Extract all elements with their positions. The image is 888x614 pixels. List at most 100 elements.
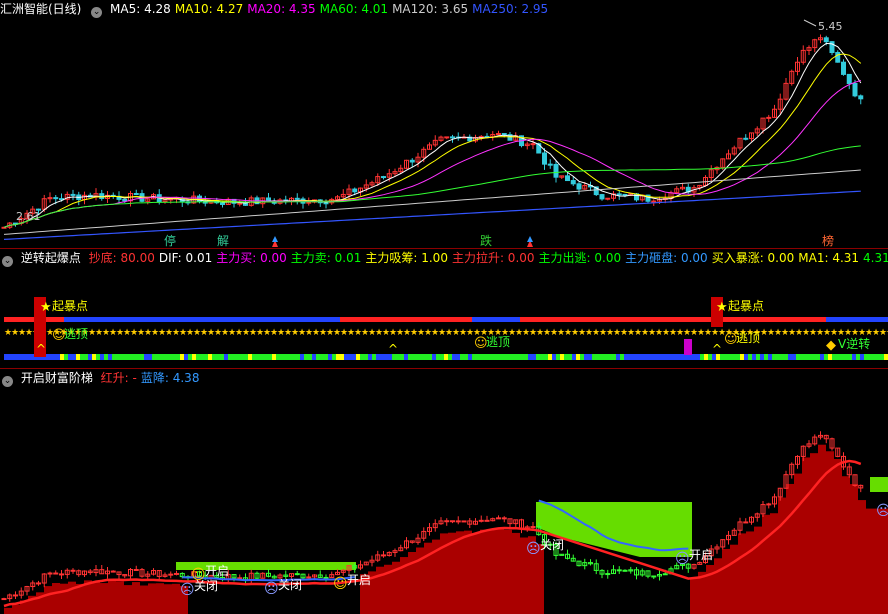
- price-chart[interactable]: 5.45 2.61 停 解 跌 榜: [0, 18, 888, 248]
- candle: [306, 576, 312, 579]
- candle: [616, 193, 622, 196]
- candle: [605, 197, 611, 200]
- candle: [547, 163, 553, 166]
- band-segment: [220, 354, 224, 360]
- band-segment: [412, 354, 416, 360]
- band-segment: [144, 354, 148, 360]
- band-segment: [216, 354, 220, 360]
- band-segment: [828, 354, 832, 360]
- candle: [846, 73, 852, 85]
- band-segment: [580, 317, 586, 322]
- ladder-step: [850, 484, 858, 614]
- settings-toggle-icon[interactable]: ⌄: [2, 256, 13, 267]
- signal-label: V逆转: [838, 336, 870, 351]
- candle: [455, 520, 461, 523]
- settings-toggle-icon[interactable]: ⌄: [91, 7, 103, 18]
- band-segment: [652, 354, 656, 360]
- band-segment: [58, 317, 64, 322]
- candle: [478, 519, 484, 522]
- band-segment: [80, 354, 84, 360]
- ladder-step: [810, 453, 818, 614]
- candle: [542, 152, 547, 165]
- candle: [823, 37, 829, 43]
- band-segment: [840, 354, 844, 360]
- band-segment: [416, 354, 420, 360]
- ladder-step: [714, 558, 722, 614]
- band-segment: [736, 317, 742, 322]
- band-segment: [500, 354, 504, 360]
- band-segment: [466, 317, 472, 322]
- band-segment: [388, 317, 394, 322]
- band-segment: [94, 317, 100, 322]
- ladder-step: [842, 476, 850, 614]
- band-segment: [324, 354, 328, 360]
- band-segment: [64, 354, 68, 360]
- band-segment: [100, 317, 106, 322]
- ladder-step: [108, 580, 116, 614]
- candle: [294, 573, 300, 576]
- band-segment: [224, 354, 228, 360]
- band-segment: [730, 317, 736, 322]
- band-segment: [692, 354, 696, 360]
- candle: [409, 159, 415, 163]
- indicator-title: 开启财富阶梯: [20, 371, 93, 385]
- band-segment: [288, 354, 292, 360]
- band-segment: [372, 354, 376, 360]
- band-segment: [168, 354, 172, 360]
- band-segment: [460, 317, 466, 322]
- band-segment: [348, 354, 352, 360]
- ladder-chart[interactable]: ☺ 开启☹ 关闭 ☹ 关闭 ☺ 开启☹ 关闭☹ 开启☹: [0, 387, 888, 614]
- band-segment: [200, 354, 204, 360]
- reversal-chart[interactable]: ★★★★ ★★★★★★★★★★★★★★★★★★★★★★★★★★★★★★★★★★★★…: [0, 267, 888, 367]
- band-segment: [10, 317, 16, 322]
- ladder-step: [786, 483, 794, 614]
- ladder-step: [826, 451, 834, 614]
- band-segment: [596, 354, 600, 360]
- candle: [381, 554, 386, 557]
- band-segment: [668, 354, 672, 360]
- band-segment: [544, 317, 550, 322]
- band-segment: [784, 354, 788, 360]
- band-segment: [732, 354, 736, 360]
- signal-icon: ◆: [826, 338, 836, 353]
- ladder-step: [746, 531, 754, 614]
- band-segment: [848, 354, 852, 360]
- indicator-readout: MA20: 4.35: [247, 2, 316, 16]
- band-segment: [512, 354, 516, 360]
- band-segment: [526, 317, 532, 322]
- band-segment: [280, 354, 284, 360]
- band-segment: [490, 317, 496, 322]
- event-marker: 停: [164, 233, 176, 248]
- ladder-step: [778, 497, 786, 614]
- candle: [553, 163, 559, 178]
- settings-toggle-icon[interactable]: ⌄: [2, 376, 13, 387]
- band-segment: [552, 354, 556, 360]
- band-segment: [274, 317, 280, 322]
- candle: [766, 116, 772, 119]
- band-segment: [436, 317, 442, 322]
- candle: [501, 517, 507, 520]
- band-segment: [132, 354, 136, 360]
- band-segment: [514, 317, 520, 322]
- band-segment: [544, 354, 548, 360]
- band-segment: [504, 354, 508, 360]
- candle: [47, 572, 53, 575]
- band-segment: [744, 354, 748, 360]
- band-segment: [364, 317, 370, 322]
- ladder-pane[interactable]: ⌄ 开启财富阶梯 红升: - 蓝降: 4.38 ☺ 开启 ☹ 关闭 ☹ 关闭 ☺ 开启 ☹ 关闭 ☹ 开…: [0, 369, 888, 614]
- up-arrow-icon: [272, 236, 278, 242]
- reversal-pane[interactable]: ⌄ 逆转起爆点 抄底: 80.00 DIF: 0.01 主力买: 0.00 主力卖: …: [0, 249, 888, 367]
- candle: [651, 575, 657, 578]
- price-pane[interactable]: 汇洲智能(日线) ⌄ MA5: 4.28 MA10: 4.27 MA20: 4.35…: [0, 0, 888, 248]
- band-segment: [636, 354, 640, 360]
- candle: [174, 572, 179, 575]
- candle: [616, 569, 622, 572]
- band-segment: [12, 354, 16, 360]
- band-segment: [92, 354, 96, 360]
- face-icon: ☹: [180, 582, 195, 598]
- band-segment: [356, 354, 360, 360]
- ladder-step: [512, 532, 520, 614]
- band-segment: [532, 317, 538, 322]
- candle: [622, 569, 628, 572]
- band-segment: [418, 317, 424, 322]
